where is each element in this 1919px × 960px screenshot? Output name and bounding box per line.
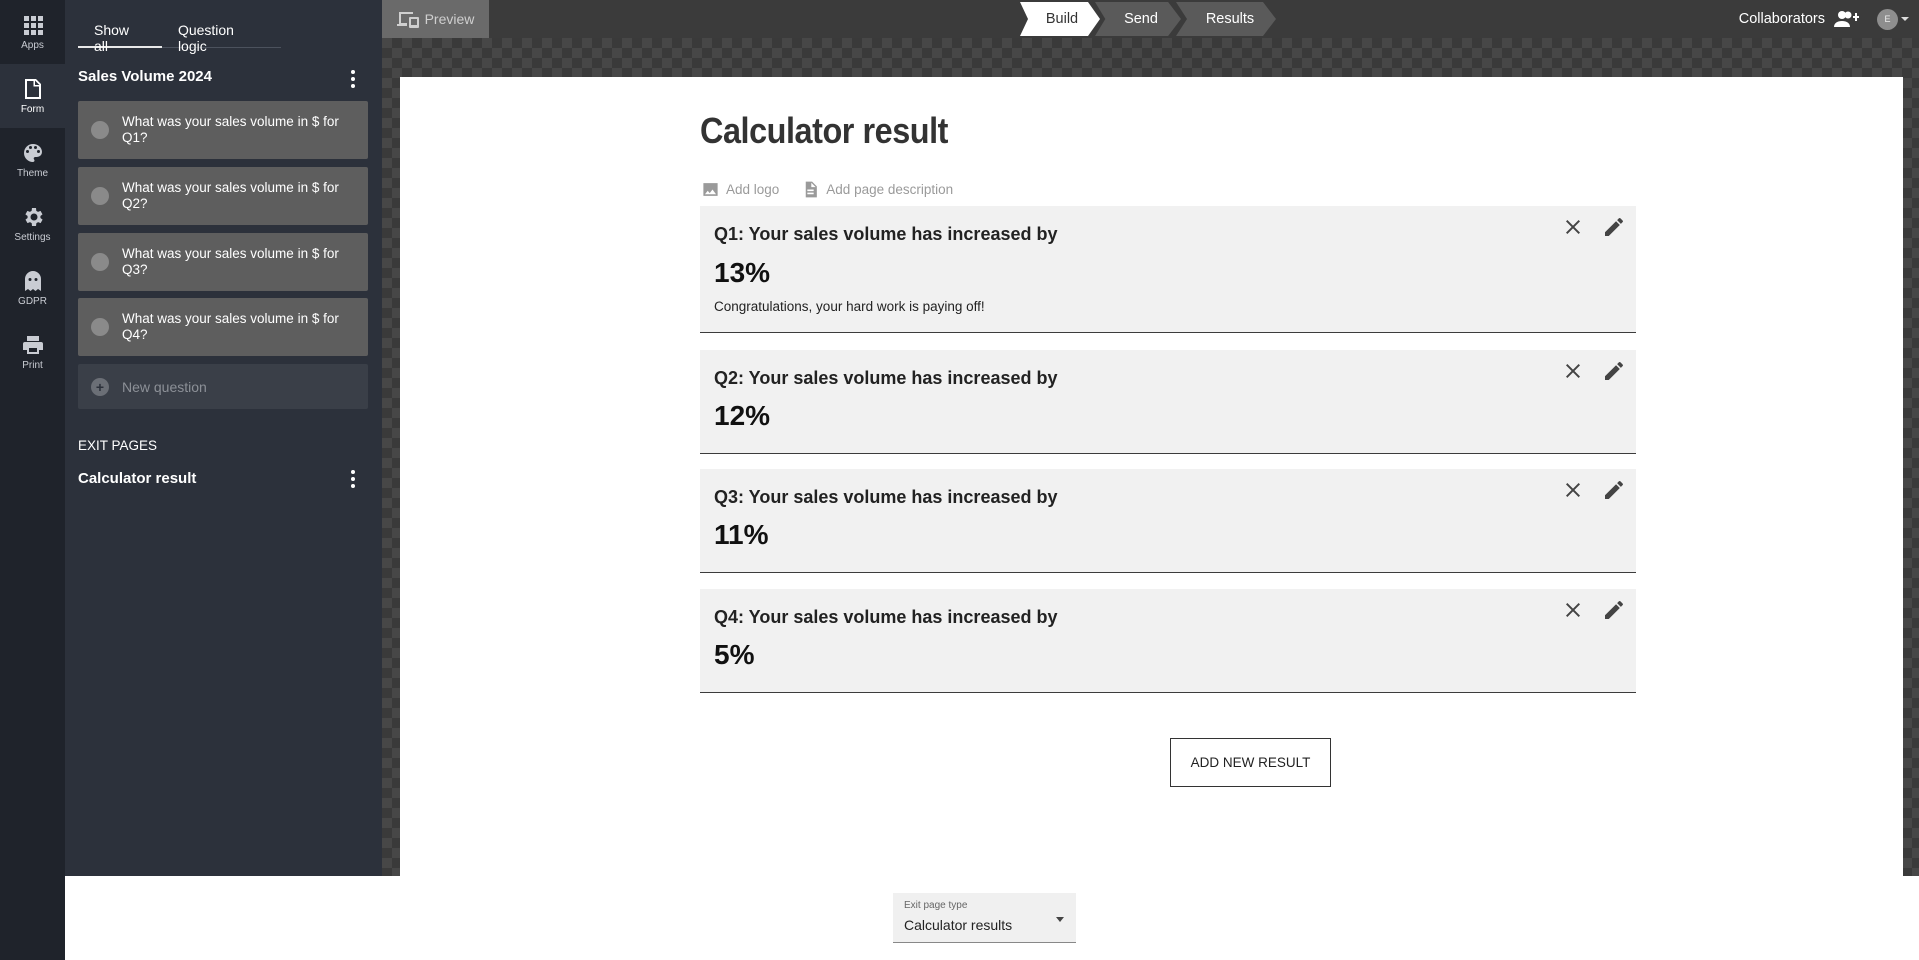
collaborators-button[interactable]: Collaborators <box>1739 0 1859 38</box>
form-outline-panel: Show all Question logic Sales Volume 202… <box>65 0 382 876</box>
form-icon <box>24 79 41 99</box>
result-value: 11% <box>714 519 769 550</box>
result-card[interactable]: Q3: Your sales volume has increased by 1… <box>700 469 1636 573</box>
pencil-icon[interactable] <box>1602 215 1626 239</box>
result-heading: Q1: Your sales volume has increased by <box>714 224 1058 244</box>
question-item[interactable]: What was your sales volume in $ for Q3? <box>78 233 368 291</box>
pencil-icon[interactable] <box>1602 478 1626 502</box>
rail-label: Print <box>22 360 43 371</box>
close-icon[interactable] <box>1561 359 1585 383</box>
rail-print[interactable]: Print <box>0 320 65 384</box>
app-rail: Apps Form Theme Settings GDPR Print <box>0 0 65 960</box>
rail-label: GDPR <box>18 296 47 307</box>
document-icon <box>806 181 818 198</box>
rail-settings[interactable]: Settings <box>0 192 65 256</box>
question-radio-icon <box>91 187 109 205</box>
editor-canvas: Calculator result Add logo Add page desc… <box>382 38 1919 915</box>
question-radio-icon <box>91 253 109 271</box>
exit-page-preview: Calculator result Add logo Add page desc… <box>400 77 1903 915</box>
preview-button[interactable]: Preview <box>382 0 489 38</box>
result-description: Congratulations, your hard work is payin… <box>714 299 985 314</box>
tab-question-logic[interactable]: Question logic <box>162 14 281 54</box>
result-heading: Q3: Your sales volume has increased by <box>714 487 1058 507</box>
chevron-down-icon <box>1056 917 1064 922</box>
exit-type-value: Calculator results <box>904 917 1013 933</box>
result-heading: Q4: Your sales volume has increased by <box>714 607 1058 627</box>
add-person-icon <box>1834 11 1859 27</box>
rail-label: Form <box>20 104 45 115</box>
add-description-label: Add page description <box>826 182 954 197</box>
apps-icon <box>23 16 43 35</box>
question-item[interactable]: What was your sales volume in $ for Q1? <box>78 101 368 159</box>
result-card[interactable]: Q1: Your sales volume has increased by 1… <box>700 206 1636 333</box>
add-new-result-button[interactable]: ADD NEW RESULT <box>1170 738 1331 787</box>
add-logo-label: Add logo <box>726 182 780 197</box>
rail-label: Apps <box>21 40 44 51</box>
palette-icon <box>23 144 42 162</box>
step-results[interactable]: Results <box>1176 2 1276 36</box>
form-menu-icon[interactable] <box>343 69 363 89</box>
add-logo-button[interactable]: Add logo <box>701 180 779 199</box>
bottom-bar: Exit page type Calculator results <box>65 876 1919 960</box>
rail-gdpr[interactable]: GDPR <box>0 256 65 320</box>
new-question-label: New question <box>122 378 207 395</box>
exit-page-item[interactable]: Calculator result <box>78 470 196 487</box>
rail-label: Settings <box>14 232 51 243</box>
workflow-steps: Build Send Results <box>1020 2 1276 36</box>
printer-icon <box>22 336 43 354</box>
ghost-icon <box>24 271 41 291</box>
new-question-button[interactable]: + New question <box>78 364 368 409</box>
rail-apps[interactable]: Apps <box>0 0 65 64</box>
form-title: Sales Volume 2024 <box>78 68 212 85</box>
result-heading: Q2: Your sales volume has increased by <box>714 368 1058 388</box>
question-radio-icon <box>91 121 109 139</box>
result-card[interactable]: Q4: Your sales volume has increased by 5… <box>700 589 1636 693</box>
question-text: What was your sales volume in $ for Q2? <box>122 180 339 211</box>
tab-show-all[interactable]: Show all <box>78 14 162 54</box>
page-title[interactable]: Calculator result <box>700 110 948 152</box>
close-icon[interactable] <box>1561 478 1585 502</box>
pencil-icon[interactable] <box>1602 598 1626 622</box>
result-value: 12% <box>714 400 771 431</box>
avatar-caret-icon[interactable] <box>1901 17 1909 21</box>
close-icon[interactable] <box>1561 598 1585 622</box>
close-icon[interactable] <box>1561 215 1585 239</box>
preview-label: Preview <box>424 11 475 27</box>
step-build[interactable]: Build <box>1020 2 1100 36</box>
gear-icon <box>24 208 43 226</box>
question-text: What was your sales volume in $ for Q4? <box>122 311 339 342</box>
result-card[interactable]: Q2: Your sales volume has increased by 1… <box>700 350 1636 454</box>
top-bar: Preview Build Send Results Collaborators… <box>382 0 1919 38</box>
rail-form[interactable]: Form <box>0 64 65 128</box>
page-tools: Add logo Add page description <box>701 180 953 199</box>
question-item[interactable]: What was your sales volume in $ for Q2? <box>78 167 368 225</box>
exit-pages-heading: EXIT PAGES <box>78 438 158 453</box>
result-value: 13% <box>714 257 771 288</box>
question-text: What was your sales volume in $ for Q1? <box>122 114 339 145</box>
question-text: What was your sales volume in $ for Q3? <box>122 246 339 277</box>
collaborators-label: Collaborators <box>1738 11 1825 27</box>
question-radio-icon <box>91 318 109 336</box>
exit-page-menu-icon[interactable] <box>343 469 363 489</box>
image-icon <box>703 183 718 196</box>
exit-page-type-select[interactable]: Exit page type Calculator results <box>893 893 1076 943</box>
avatar[interactable]: E <box>1877 9 1898 30</box>
rail-theme[interactable]: Theme <box>0 128 65 192</box>
step-send[interactable]: Send <box>1095 2 1181 36</box>
rail-label: Theme <box>16 168 49 179</box>
exit-type-label: Exit page type <box>904 900 968 911</box>
pencil-icon[interactable] <box>1602 359 1626 383</box>
add-page-description-button[interactable]: Add page description <box>801 180 953 199</box>
result-value: 5% <box>714 639 755 670</box>
question-item[interactable]: What was your sales volume in $ for Q4? <box>78 298 368 356</box>
plus-icon: + <box>91 377 109 396</box>
panel-tabs: Show all Question logic <box>78 14 281 54</box>
devices-icon <box>396 12 419 28</box>
